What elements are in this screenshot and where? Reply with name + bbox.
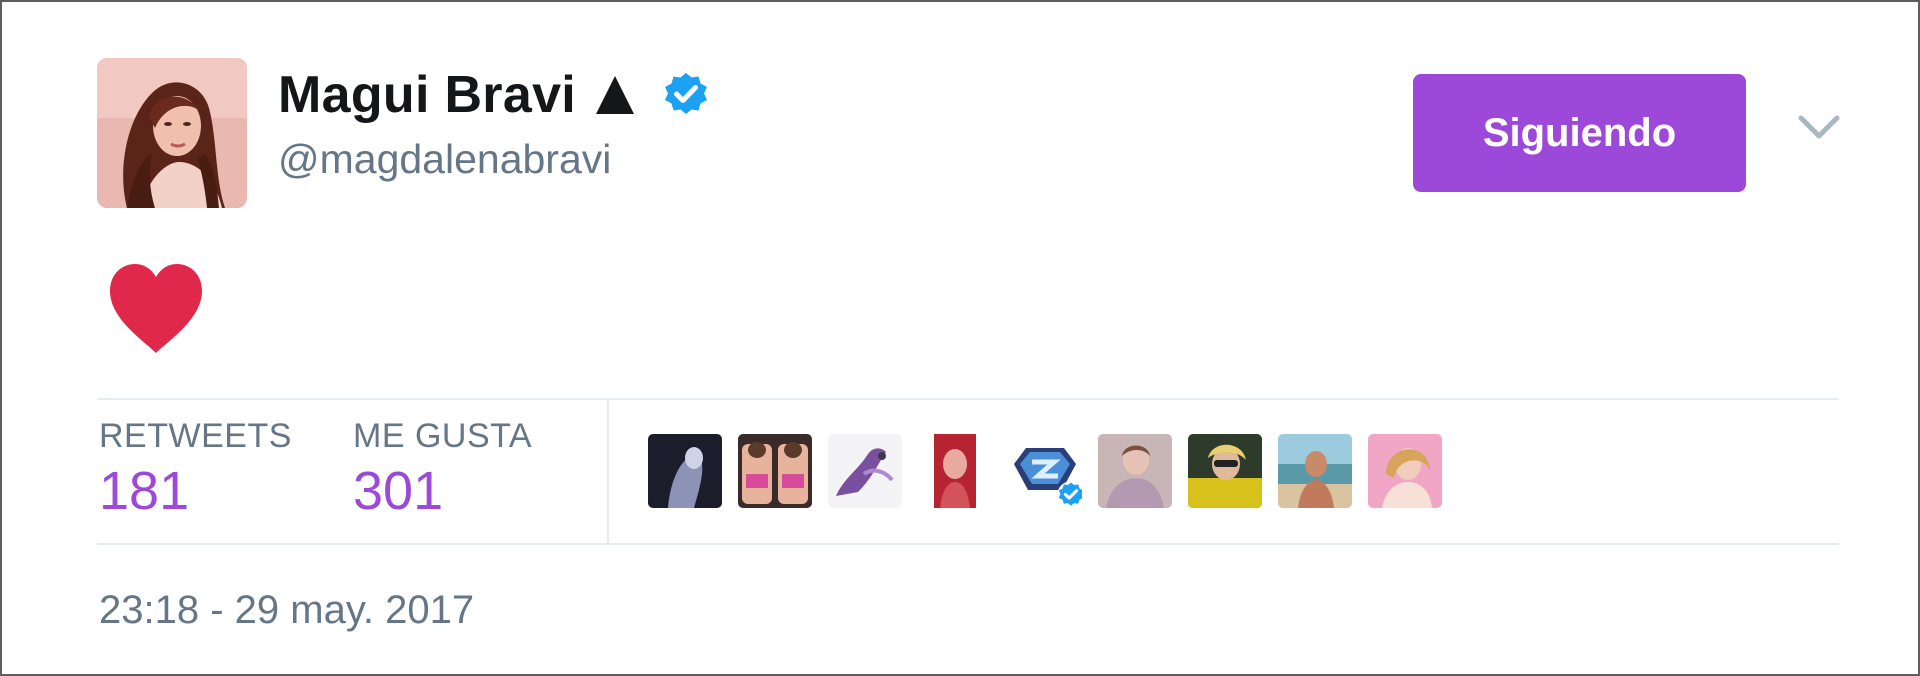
likes-count: 301	[353, 461, 444, 521]
liker-avatar[interactable]	[1278, 434, 1352, 508]
tweet-card: Magui Bravi @magdalenabravi Siguiendo RE…	[0, 0, 1920, 676]
tweet-timestamp[interactable]: 23:18 - 29 may. 2017	[99, 588, 474, 633]
liker-avatar-8-icon	[1278, 434, 1352, 508]
stats-vertical-divider	[607, 400, 609, 543]
liker-avatar[interactable]	[1098, 434, 1172, 508]
author-avatar[interactable]	[97, 58, 247, 208]
verified-badge-icon	[1057, 481, 1082, 508]
liker-avatar[interactable]	[828, 434, 902, 508]
liker-avatar-6-icon	[1098, 434, 1172, 508]
stats-bottom-divider	[97, 543, 1839, 545]
stats-top-divider	[97, 398, 1839, 400]
author-display-name[interactable]: Magui Bravi	[278, 65, 576, 125]
likers-avatar-row	[648, 434, 1442, 508]
liker-avatar[interactable]	[648, 434, 722, 508]
likes-label: ME GUSTA	[353, 417, 533, 455]
retweets-label: RETWEETS	[99, 417, 292, 455]
liker-avatar-3-icon	[828, 434, 902, 508]
author-handle[interactable]: @magdalenabravi	[278, 136, 611, 183]
liker-avatar-4-icon	[918, 434, 992, 508]
liker-avatar-7-icon	[1188, 434, 1262, 508]
liker-avatar[interactable]	[1188, 434, 1262, 508]
liker-avatar[interactable]	[918, 434, 992, 508]
chevron-down-icon[interactable]	[1797, 112, 1841, 142]
author-name-row[interactable]: Magui Bravi	[278, 60, 710, 130]
retweets-stat[interactable]: RETWEETS 181	[99, 416, 292, 522]
following-button[interactable]: Siguiendo	[1413, 74, 1746, 192]
likes-stat[interactable]: ME GUSTA 301	[353, 416, 532, 522]
liker-avatar-1-icon	[648, 434, 722, 508]
retweets-count: 181	[99, 461, 190, 521]
verified-badge-icon	[665, 73, 708, 114]
avatar-image	[97, 58, 247, 208]
liker-avatar-2-icon	[738, 434, 812, 508]
triangle-symbol	[596, 76, 635, 114]
liker-avatar[interactable]	[1008, 434, 1082, 508]
liker-avatar[interactable]	[738, 434, 812, 508]
liker-avatar-9-icon	[1368, 434, 1442, 508]
liker-avatar[interactable]	[1368, 434, 1442, 508]
red-heart-emoji-icon	[110, 264, 202, 353]
